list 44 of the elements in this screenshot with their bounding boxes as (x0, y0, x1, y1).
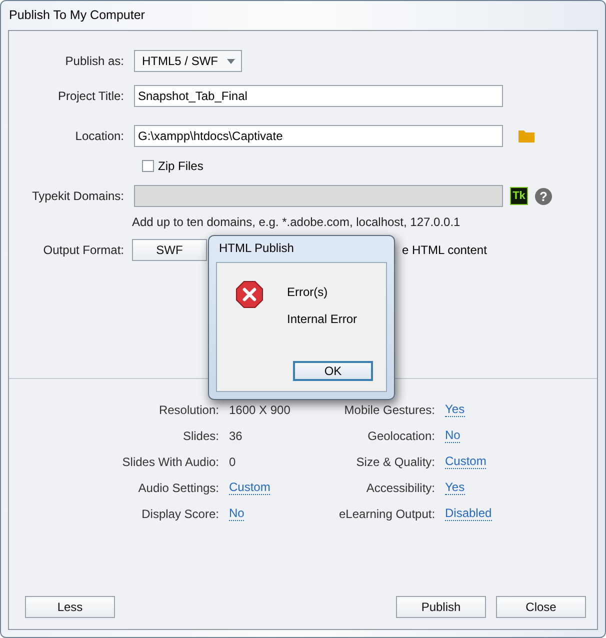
error-message: Internal Error (287, 312, 358, 326)
setting-link[interactable]: No (229, 507, 244, 521)
folder-icon[interactable] (518, 129, 535, 143)
setting-link[interactable]: Yes (445, 481, 465, 495)
close-button[interactable]: Close (496, 596, 586, 618)
setting-link[interactable]: No (445, 429, 460, 443)
error-heading: Error(s) (287, 285, 329, 299)
field-label: Typekit Domains: (30, 189, 124, 203)
hint-text: Add up to ten domains, e.g. *.adobe.com, localhost, 127.0.0.1 (132, 215, 462, 229)
setting-label: Size & Quality: (355, 455, 435, 469)
setting-label: Geolocation: (366, 429, 435, 443)
field-label: Project Title: (56, 89, 124, 103)
setting-link[interactable]: Custom (229, 481, 270, 495)
checkbox-label: Zip Files (158, 159, 204, 173)
setting-link[interactable]: Custom (445, 455, 486, 469)
ok-button[interactable]: OK (293, 361, 373, 381)
dialog-title: HTML Publish (218, 240, 295, 257)
setting-value: 0 (229, 455, 236, 469)
setting-label: Display Score: (140, 507, 219, 521)
setting-link[interactable]: Disabled (445, 507, 492, 521)
project-title-field[interactable]: Snapshot_Tab_Final (134, 85, 503, 107)
setting-value: 36 (229, 429, 242, 443)
setting-value: 1600 X 900 (229, 403, 290, 417)
setting-label: Accessibility: (365, 481, 435, 495)
checkbox-label: e HTML content (402, 243, 487, 257)
zip-files-checkbox[interactable] (142, 160, 154, 172)
setting-label: Slides: (182, 429, 219, 443)
setting-label: Slides With Audio: (121, 455, 219, 469)
setting-label: Resolution: (158, 403, 219, 417)
error-icon (236, 281, 263, 308)
dropdown-arrow-icon (227, 58, 235, 64)
field-label: Output Format: (42, 243, 124, 257)
setting-label: eLearning Output: (339, 507, 435, 521)
publish-format-dropdown[interactable]: HTML5 / SWF (134, 50, 242, 72)
field-label: Location: (74, 129, 124, 143)
less-button[interactable]: Less (25, 596, 115, 618)
setting-link[interactable]: Yes (445, 403, 465, 417)
field-label: Publish as: (64, 54, 124, 68)
output-format-button[interactable]: SWF (132, 239, 207, 261)
setting-label: Mobile Gestures: (343, 403, 435, 417)
location-field[interactable]: G:\xampp\htdocs\Captivate (134, 125, 503, 147)
publish-button[interactable]: Publish (396, 596, 486, 618)
window-title: Publish To My Computer (8, 7, 146, 24)
setting-label: Audio Settings: (137, 481, 219, 495)
